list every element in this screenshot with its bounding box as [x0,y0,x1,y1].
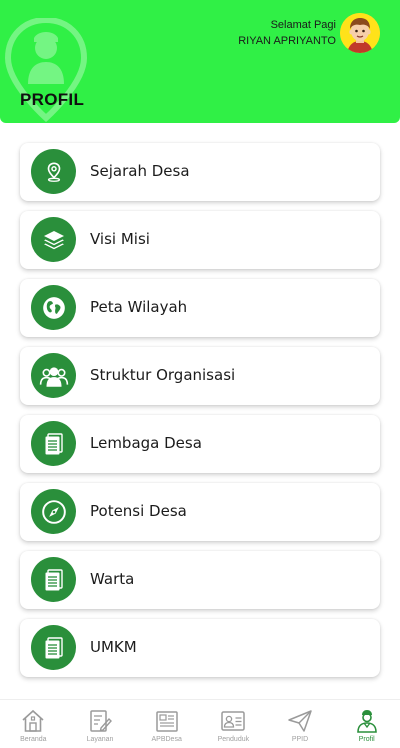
document-icon [31,625,76,670]
greeting-text: Selamat Pagi [270,19,336,31]
menu-item-umkm[interactable]: UMKM [20,619,380,677]
nav-item-profil[interactable]: Profil [333,700,400,748]
page-title: PROFIL [20,90,85,109]
menu-item-label: Visi Misi [90,230,150,248]
menu-item-label: Lembaga Desa [90,434,202,452]
edit-document-icon [90,710,112,732]
paper-plane-icon [288,710,312,732]
document-icon [31,557,76,602]
nav-label: Profil [358,736,375,743]
nav-item-layanan[interactable]: Layanan [67,700,134,748]
menu-item-label: Peta Wilayah [90,298,188,316]
nav-label: Beranda [20,736,47,743]
group-icon [31,353,76,398]
app-header: PROFIL Selamat Pagi RIYAN APRIYANTO [0,0,400,123]
greeting-block: Selamat Pagi RIYAN APRIYANTO [238,17,336,49]
profile-menu: Sejarah Desa Visi Misi Peta Wilayah Stru… [20,143,380,687]
nav-item-apbdesa[interactable]: APBDesa [133,700,200,748]
menu-item-label: Potensi Desa [90,502,187,520]
menu-item-sejarah-desa[interactable]: Sejarah Desa [20,143,380,201]
nav-label: Layanan [86,736,114,743]
menu-item-label: Warta [90,570,135,588]
user-name: RIYAN APRIYANTO [238,35,336,47]
menu-item-label: Struktur Organisasi [90,366,236,384]
menu-item-peta-wilayah[interactable]: Peta Wilayah [20,279,380,337]
avatar[interactable] [340,13,380,53]
nav-label: Penduduk [217,736,250,743]
nav-item-penduduk[interactable]: Penduduk [200,700,267,748]
profile-user-icon [356,710,377,733]
menu-item-warta[interactable]: Warta [20,551,380,609]
nav-label: PPID [291,736,309,743]
bottom-navigation: Beranda Layanan APBDesa Penduduk PPID Pr… [0,699,400,748]
menu-item-label: Sejarah Desa [90,162,190,180]
document-icon [31,421,76,466]
id-card-icon [221,711,246,731]
location-pin-icon [31,149,76,194]
menu-item-label: UMKM [90,638,137,656]
nav-item-ppid[interactable]: PPID [267,700,334,748]
avatar-face-icon [340,13,380,53]
menu-item-visi-misi[interactable]: Visi Misi [20,211,380,269]
globe-map-icon [31,285,76,330]
nav-label: APBDesa [151,736,182,743]
menu-item-lembaga-desa[interactable]: Lembaga Desa [20,415,380,473]
home-icon [22,709,44,732]
menu-item-potensi-desa[interactable]: Potensi Desa [20,483,380,541]
layers-icon [31,217,76,262]
compass-icon [31,489,76,534]
menu-item-struktur-organisasi[interactable]: Struktur Organisasi [20,347,380,405]
nav-item-beranda[interactable]: Beranda [0,700,67,748]
newspaper-icon [155,711,178,732]
